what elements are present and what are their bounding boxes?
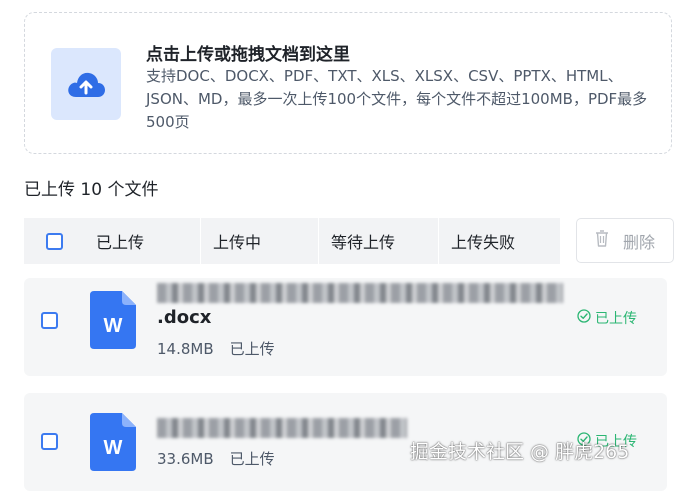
delete-button-label: 删除 bbox=[622, 232, 655, 252]
file-checkbox[interactable] bbox=[41, 433, 58, 450]
status-tab-bar: 已上传 上传中 等待上传 上传失败 bbox=[24, 218, 560, 264]
status-badge-label: 已上传 bbox=[595, 311, 637, 327]
file-list-item[interactable]: W .docx 14.8MB 已上传 已上传 bbox=[24, 278, 667, 376]
svg-text:W: W bbox=[104, 437, 123, 459]
tab-uploading[interactable]: 上传中 bbox=[200, 218, 318, 264]
word-doc-icon: W bbox=[90, 413, 136, 475]
file-checkbox[interactable] bbox=[41, 312, 58, 329]
file-size: 33.6MB bbox=[157, 450, 214, 468]
tab-failed[interactable]: 上传失败 bbox=[438, 218, 560, 264]
svg-text:W: W bbox=[104, 315, 123, 337]
file-meta: 33.6MB 已上传 bbox=[157, 448, 275, 469]
cloud-upload-icon bbox=[51, 48, 121, 120]
delete-button[interactable]: 删除 bbox=[576, 218, 674, 263]
select-all-checkbox[interactable] bbox=[45, 232, 63, 250]
status-badge: 已上传 bbox=[577, 308, 637, 328]
file-status-text: 已上传 bbox=[229, 340, 275, 358]
file-status-text: 已上传 bbox=[229, 450, 275, 468]
upload-dropzone[interactable]: 点击上传或拖拽文档到这里 支持DOC、DOCX、PDF、TXT、XLS、XLSX… bbox=[24, 12, 672, 154]
trash-icon bbox=[595, 230, 609, 251]
select-all-checkbox-cell[interactable] bbox=[24, 218, 84, 264]
blurred-filename bbox=[157, 283, 563, 303]
tab-uploaded[interactable]: 已上传 bbox=[84, 218, 200, 264]
blurred-filename bbox=[157, 418, 407, 438]
word-doc-icon: W bbox=[90, 291, 136, 353]
file-size: 14.8MB bbox=[157, 340, 214, 358]
file-extension: .docx bbox=[157, 307, 212, 328]
upload-title: 点击上传或拖拽文档到这里 bbox=[146, 45, 350, 65]
file-meta: 14.8MB 已上传 bbox=[157, 338, 275, 359]
upload-description: 支持DOC、DOCX、PDF、TXT、XLS、XLSX、CSV、PPTX、HTM… bbox=[146, 67, 648, 131]
tab-waiting[interactable]: 等待上传 bbox=[318, 218, 438, 264]
check-circle-icon bbox=[577, 309, 591, 327]
watermark: 掘金技术社区 @ 胖虎265 bbox=[410, 441, 630, 463]
file-name: .docx bbox=[157, 278, 563, 346]
uploaded-count-heading: 已上传 10 个文件 bbox=[24, 180, 159, 200]
